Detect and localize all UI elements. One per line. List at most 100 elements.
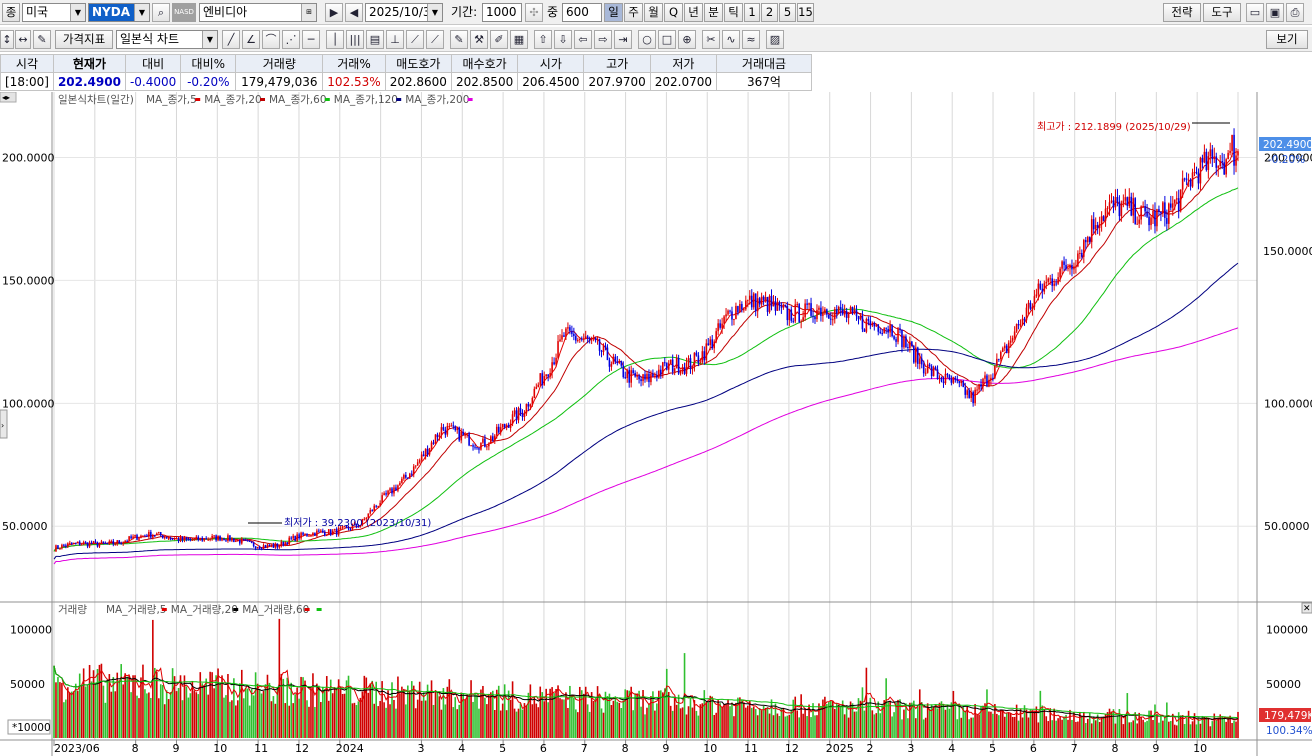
angle-icon[interactable]: ∠: [242, 30, 260, 49]
volume-bar: [59, 682, 61, 738]
cut-icon[interactable]: ✂: [702, 30, 720, 49]
channel-icon[interactable]: ⟋: [406, 30, 424, 49]
candle-body: [584, 336, 587, 339]
circle-icon[interactable]: ○: [638, 30, 656, 49]
indicator-button[interactable]: 가격지표: [55, 30, 113, 49]
quote-header-cell: 시각: [0, 54, 54, 73]
channel-2-icon[interactable]: ⟋: [426, 30, 444, 49]
chevron-down-icon[interactable]: ▼: [134, 4, 149, 21]
price-tick-left: 50.0000: [2, 520, 48, 533]
candle-body: [622, 365, 625, 378]
count-input[interactable]: 600: [562, 3, 602, 22]
search-icon[interactable]: ⌕: [152, 3, 170, 22]
volume-bar: [988, 711, 990, 738]
candle-body: [1039, 283, 1042, 289]
chevron-down-icon[interactable]: ▼: [202, 31, 217, 48]
fan-icon[interactable]: ⋰: [282, 30, 300, 49]
play-back-icon[interactable]: ◀: [345, 3, 363, 22]
period-input[interactable]: 1000: [482, 3, 522, 22]
marker-icon[interactable]: ✐: [490, 30, 508, 49]
hammer-icon[interactable]: ⚒: [470, 30, 488, 49]
candle-body: [1098, 224, 1101, 228]
arrow-left-icon[interactable]: ⇦: [574, 30, 592, 49]
view-button[interactable]: 보기: [1266, 30, 1308, 49]
candle-body: [424, 448, 427, 457]
candle-body: [509, 423, 512, 428]
candle-body: [335, 528, 338, 535]
arc-icon[interactable]: ⌒: [262, 30, 280, 49]
zoom-icon[interactable]: ⊕: [678, 30, 696, 49]
arrow-down-icon[interactable]: ⇩: [554, 30, 572, 49]
arrow-up-icon[interactable]: ⇧: [534, 30, 552, 49]
tools-button[interactable]: 도구: [1203, 3, 1241, 22]
vertical-line-icon[interactable]: │: [326, 30, 344, 49]
line-icon[interactable]: ╱: [222, 30, 240, 49]
interval-button[interactable]: 15: [797, 3, 814, 22]
volume-bar: [521, 709, 524, 738]
candle-body: [258, 547, 261, 549]
fib-grid-icon[interactable]: ▤: [366, 30, 384, 49]
interval-button[interactable]: 분: [704, 3, 723, 22]
strategy-button[interactable]: 전략: [1163, 3, 1201, 22]
volume-bar: [812, 703, 814, 738]
volume-bar: [1041, 705, 1044, 738]
interval-button[interactable]: Q: [664, 3, 683, 22]
date-select[interactable]: 2025/10/31 ▼: [365, 3, 443, 22]
candle-body: [750, 295, 753, 308]
chevron-down-icon[interactable]: ▼: [427, 4, 442, 21]
interval-button[interactable]: 5: [779, 3, 796, 22]
folder-open-icon[interactable]: ▭: [1246, 3, 1264, 22]
interval-button[interactable]: 틱: [724, 3, 743, 22]
interval-button[interactable]: 일: [604, 3, 623, 22]
wave-2-icon[interactable]: ≈: [742, 30, 760, 49]
close-panel-icon[interactable]: ✕: [1303, 604, 1311, 614]
wave-icon[interactable]: ∿: [722, 30, 740, 49]
volume-bar: [709, 695, 712, 738]
code-type-button[interactable]: 종: [2, 3, 20, 22]
chart-type-select[interactable]: 일본식 차트 ▼: [116, 30, 218, 49]
collapse-arrows-icon[interactable]: ◂▸: [2, 93, 10, 102]
stock-chart[interactable]: ◂▸ › ✕ 일본식차트(일간) MA_종가,5 MA_종가,20 MA_종가,60…: [0, 92, 1312, 756]
interval-button[interactable]: 년: [684, 3, 703, 22]
edit-icon[interactable]: ✎: [33, 30, 51, 49]
candle-body: [911, 341, 913, 346]
volume-bar: [235, 705, 237, 738]
candle-body: [438, 435, 441, 438]
candle-body: [1019, 324, 1022, 326]
arrow-end-icon[interactable]: ⇥: [614, 30, 632, 49]
interval-button[interactable]: 월: [644, 3, 663, 22]
settings-icon[interactable]: ✣: [525, 3, 543, 22]
candle-body: [669, 359, 672, 364]
volume-bar: [312, 673, 314, 738]
symbol-input[interactable]: NYDA ▼: [88, 3, 150, 22]
fill-icon[interactable]: ▨: [766, 30, 784, 49]
arrow-left-right-icon[interactable]: ↔: [15, 30, 31, 49]
print-icon[interactable]: ⎙: [1286, 3, 1304, 22]
candle-body: [331, 530, 334, 535]
chevron-down-icon[interactable]: ▼: [70, 4, 85, 21]
interval-button[interactable]: 2: [761, 3, 778, 22]
play-forward-icon[interactable]: ▶: [325, 3, 343, 22]
stock-name-field[interactable]: 엔비디아 ⊞: [199, 3, 317, 22]
arrow-right-icon[interactable]: ⇨: [594, 30, 612, 49]
fork-icon[interactable]: ⊥: [386, 30, 404, 49]
arrow-up-down-icon[interactable]: ↕: [0, 30, 14, 49]
lookup-icon[interactable]: ⊞: [301, 4, 316, 21]
side-expand-icon[interactable]: ›: [1, 421, 4, 430]
grid-icon[interactable]: ▦: [510, 30, 528, 49]
fib-time-icon[interactable]: |||: [346, 30, 364, 49]
candle-body: [474, 446, 476, 448]
horizontal-line-icon[interactable]: ─: [302, 30, 320, 49]
candle-body: [1219, 160, 1222, 167]
pencil-icon[interactable]: ✎: [450, 30, 468, 49]
volume-bar: [320, 702, 322, 738]
volume-bar: [454, 697, 457, 738]
save-icon[interactable]: ▣: [1266, 3, 1284, 22]
x-axis-label: 10: [703, 742, 717, 755]
candle-body: [541, 373, 544, 385]
market-select[interactable]: 미국 ▼: [22, 3, 86, 22]
interval-button[interactable]: 주: [624, 3, 643, 22]
candle-body: [94, 541, 97, 543]
rectangle-icon[interactable]: □: [658, 30, 676, 49]
interval-button[interactable]: 1: [744, 3, 760, 22]
